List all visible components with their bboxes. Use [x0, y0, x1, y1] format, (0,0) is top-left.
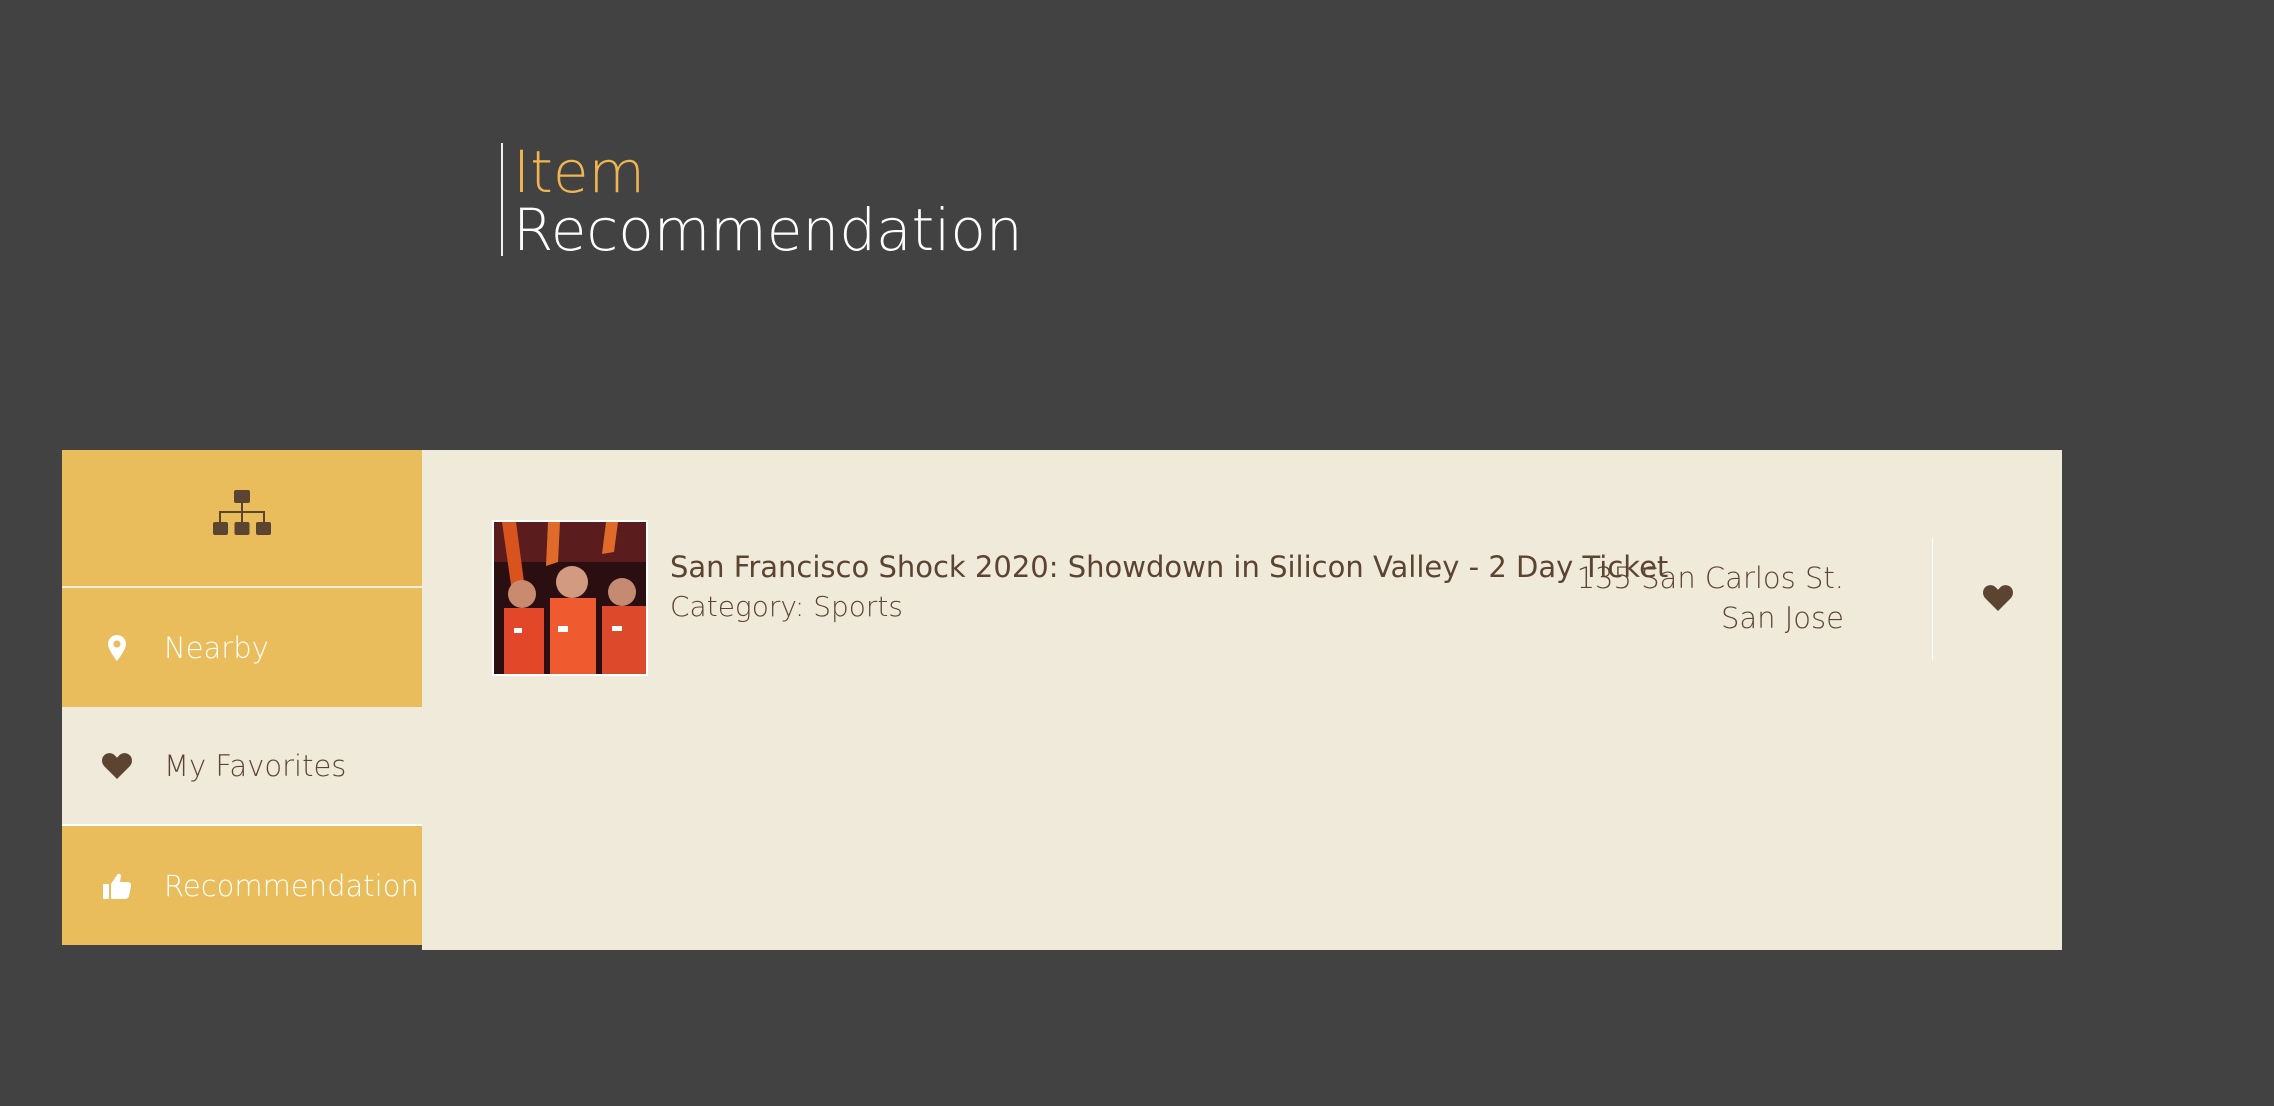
item-address: 135 San Carlos St. San Jose — [1577, 558, 1844, 638]
page-title-main: Recommendation — [513, 196, 1023, 264]
divider — [1932, 538, 1933, 660]
sidebar: Nearby My Favorites Recommendation — [62, 450, 422, 950]
item-image — [492, 520, 648, 676]
favorite-button[interactable] — [1978, 580, 2018, 620]
sidebar-header — [62, 450, 422, 588]
sitemap-icon — [213, 490, 271, 546]
sidebar-item-my-favorites[interactable]: My Favorites — [62, 707, 422, 826]
heart-icon — [100, 752, 134, 779]
heart-icon — [1983, 585, 2013, 615]
item-category: Category: Sports — [670, 590, 903, 623]
page-title: Item Recommendation — [501, 138, 1023, 264]
sidebar-item-recommendation[interactable]: Recommendation — [62, 826, 422, 945]
sidebar-item-label: Recommendation — [164, 868, 419, 903]
item-details: San Francisco Shock 2020: Showdown in Si… — [670, 550, 1668, 623]
item-list: San Francisco Shock 2020: Showdown in Si… — [422, 450, 2062, 950]
sidebar-item-nearby[interactable]: Nearby — [62, 588, 422, 707]
sidebar-item-label: My Favorites — [164, 748, 347, 783]
sidebar-item-label: Nearby — [164, 630, 269, 665]
map-pin-icon — [100, 634, 134, 661]
page-title-accent: Item — [513, 138, 646, 206]
item-name[interactable]: San Francisco Shock 2020: Showdown in Si… — [670, 550, 1668, 584]
address-line-1: 135 San Carlos St. — [1576, 561, 1844, 595]
list-item[interactable]: San Francisco Shock 2020: Showdown in Si… — [492, 520, 2013, 680]
thumbs-up-icon — [100, 873, 134, 899]
address-line-2: San Jose — [1720, 601, 1844, 635]
main-panel: Nearby My Favorites Recommendation San F… — [62, 450, 2062, 950]
